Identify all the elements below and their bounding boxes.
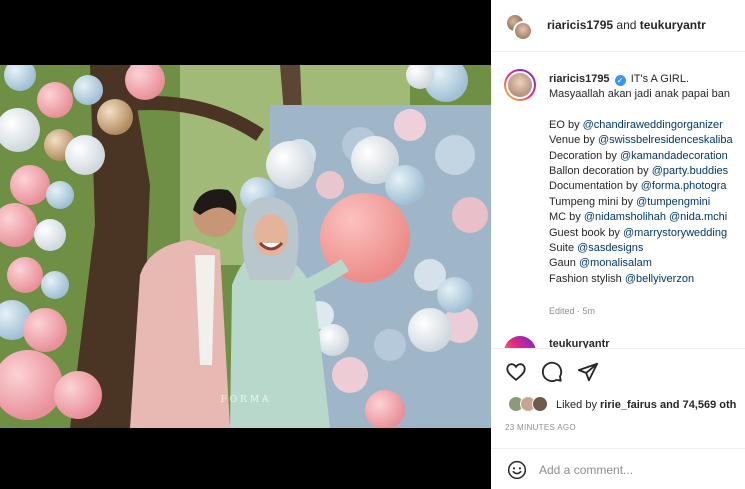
photo-illustration (0, 65, 491, 428)
credit-mention[interactable]: @monalisalam (579, 257, 652, 269)
caption-text: riaricis1795 ✓ IT's A GIRL. Masyaallah a… (549, 72, 745, 287)
credit-mention[interactable]: @kamandadecoration (620, 150, 728, 162)
credit-label: Decoration by (549, 149, 620, 162)
credit-label: Documentation by (549, 180, 641, 193)
comment-input[interactable] (539, 461, 729, 479)
comment-item: teukuryantr (491, 334, 745, 348)
collab-avatars[interactable] (505, 13, 535, 41)
credit-mention[interactable]: @bellyiverzon (625, 273, 694, 285)
caption-title: IT's A GIRL. (630, 73, 690, 85)
author-joiner: and (613, 18, 640, 32)
paper-plane-icon[interactable] (577, 361, 599, 383)
credit-label: MC by (549, 211, 584, 224)
add-comment-bar (491, 448, 745, 489)
credit-mention[interactable]: @marrystorywedding (623, 227, 727, 239)
action-bar (491, 348, 745, 394)
credit-label: EO by (549, 118, 583, 131)
credit-mention[interactable]: @tumpengmini (636, 196, 710, 208)
credit-mention[interactable]: @party.buddies (652, 165, 728, 177)
post-photo[interactable]: FORMA (0, 65, 491, 428)
caption-line: Masyaallah akan jadi anak papai ban (549, 88, 731, 101)
likes-count[interactable]: and 74,569 oth (657, 399, 736, 411)
heart-icon[interactable] (505, 361, 527, 383)
verified-badge-icon: ✓ (614, 75, 626, 86)
coauthor-username[interactable]: teukuryantr (640, 18, 706, 32)
avatar[interactable] (504, 336, 536, 348)
avatar[interactable] (513, 21, 533, 41)
post-authors: riaricis1795 and teukuryantr (547, 18, 706, 32)
credit-label: Ballon decoration by (549, 165, 652, 178)
post-header: riaricis1795 and teukuryantr (491, 0, 745, 52)
credit-mention[interactable]: @forma.photogra (641, 180, 727, 192)
avatar[interactable] (532, 396, 548, 412)
credit-label: Tumpeng mini by (549, 195, 637, 208)
credit-mention[interactable]: @nidamsholihah @nida.mchi (584, 211, 727, 223)
author-username[interactable]: riaricis1795 (547, 18, 613, 32)
likes-summary: Liked by ririe_fairus and 74,569 oth (491, 393, 745, 415)
comment-username[interactable]: teukuryantr (549, 338, 610, 348)
credit-label: Gaun (549, 257, 579, 270)
credit-label: Fashion stylish (549, 272, 625, 285)
caption-section: riaricis1795 ✓ IT's A GIRL. Masyaallah a… (491, 52, 745, 334)
edited-timestamp: Edited · 5m (549, 306, 596, 316)
credit-mention[interactable]: @chandiraweddingorganizer (583, 119, 723, 131)
likes-prefix: Liked by (556, 399, 601, 411)
likes-text[interactable]: Liked by ririe_fairus and 74,569 oth (556, 399, 736, 411)
post-timestamp[interactable]: 23 MINUTES AGO (505, 423, 576, 432)
avatar[interactable] (504, 69, 536, 101)
photo-watermark: FORMA (220, 395, 272, 405)
credit-label: Suite (549, 242, 578, 255)
caption-username[interactable]: riaricis1795 (549, 73, 610, 85)
post-media-area: FORMA (0, 0, 491, 489)
credit-label: Guest book by (549, 226, 623, 239)
post-side-panel: riaricis1795 and teukuryantr riaricis179… (491, 0, 745, 489)
credit-mention[interactable]: @sasdesigns (577, 242, 643, 254)
credit-mention[interactable]: @swissbelresidenceskaliba (598, 134, 733, 146)
likes-username[interactable]: ririe_fairus (600, 399, 657, 411)
comment-bubble-icon[interactable] (541, 361, 563, 383)
credit-label: Venue by (549, 134, 598, 147)
smiley-face-icon[interactable] (507, 460, 527, 480)
